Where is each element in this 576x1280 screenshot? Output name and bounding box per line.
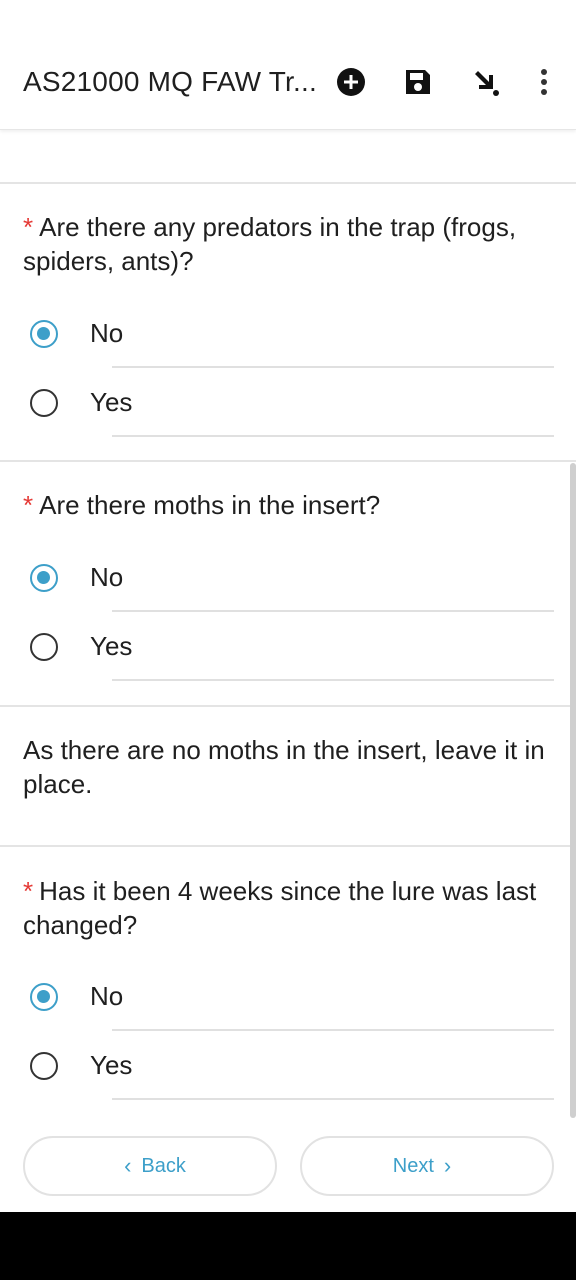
option-moths-no[interactable]: No bbox=[0, 544, 576, 612]
divider bbox=[0, 182, 576, 184]
more-vert-icon[interactable] bbox=[524, 62, 564, 102]
app-bar: AS21000 MQ FAW Tr... bbox=[0, 0, 576, 130]
option-divider bbox=[112, 610, 554, 612]
form-content[interactable]: * Are there any predators in the trap (fr… bbox=[0, 130, 576, 1118]
option-divider bbox=[112, 366, 554, 368]
option-label: Yes bbox=[90, 1050, 133, 1080]
back-button[interactable]: ‹ Back bbox=[23, 1136, 277, 1196]
back-label: Back bbox=[141, 1154, 186, 1177]
option-label: No bbox=[90, 562, 124, 592]
footer-nav: ‹ Back Next › bbox=[0, 1118, 576, 1212]
option-lure-yes[interactable]: Yes bbox=[0, 1032, 576, 1100]
option-moths-yes[interactable]: Yes bbox=[0, 613, 576, 681]
question-moths: * Are there moths in the insert? bbox=[23, 488, 553, 522]
question-lure: * Has it been 4 weeks since the lure was … bbox=[23, 874, 553, 942]
option-label: Yes bbox=[90, 387, 133, 417]
option-label: No bbox=[90, 318, 124, 348]
required-asterisk: * bbox=[23, 212, 34, 242]
option-label: Yes bbox=[90, 631, 133, 661]
radio-selected[interactable] bbox=[30, 564, 58, 592]
question-text: Has it been 4 weeks since the lure was l… bbox=[23, 876, 537, 940]
divider bbox=[0, 705, 576, 707]
option-divider bbox=[112, 1098, 554, 1100]
option-divider bbox=[112, 679, 554, 681]
radio-unselected[interactable] bbox=[30, 633, 58, 661]
required-asterisk: * bbox=[23, 490, 34, 520]
chevron-left-icon: ‹ bbox=[124, 1153, 132, 1178]
add-circle-icon[interactable] bbox=[331, 62, 371, 102]
divider bbox=[0, 845, 576, 847]
option-lure-no[interactable]: No bbox=[0, 963, 576, 1031]
question-predators: * Are there any predators in the trap (fr… bbox=[23, 210, 553, 278]
option-predators-yes[interactable]: Yes bbox=[0, 369, 576, 437]
radio-selected[interactable] bbox=[30, 983, 58, 1011]
arrow-down-right-icon[interactable] bbox=[466, 62, 506, 102]
question-text: Are there any predators in the trap (fro… bbox=[23, 212, 517, 276]
save-icon[interactable] bbox=[398, 62, 438, 102]
divider bbox=[0, 460, 576, 462]
question-text: Are there moths in the insert? bbox=[39, 490, 381, 520]
option-divider bbox=[112, 1029, 554, 1031]
next-label: Next bbox=[392, 1154, 434, 1177]
option-divider bbox=[112, 435, 554, 437]
scrollbar[interactable] bbox=[570, 463, 576, 1118]
option-predators-no[interactable]: No bbox=[0, 300, 576, 368]
radio-unselected[interactable] bbox=[30, 389, 58, 417]
next-button[interactable]: Next › bbox=[300, 1136, 554, 1196]
radio-unselected[interactable] bbox=[30, 1052, 58, 1080]
chevron-right-icon: › bbox=[443, 1153, 452, 1178]
option-label: No bbox=[90, 981, 124, 1011]
radio-selected[interactable] bbox=[30, 320, 58, 348]
required-asterisk: * bbox=[23, 876, 34, 906]
note-text: As there are no moths in the insert, lea… bbox=[23, 735, 545, 799]
form-title: AS21000 MQ FAW Tr... bbox=[23, 66, 317, 97]
system-navigation-bar bbox=[0, 1212, 576, 1280]
